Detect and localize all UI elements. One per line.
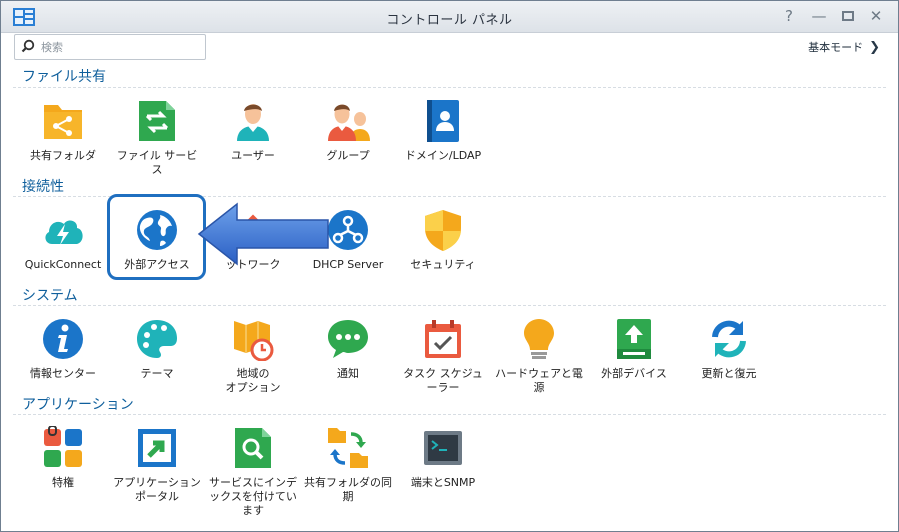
item-hardware-power[interactable]: ハードウェアと電 源: [493, 317, 585, 395]
search-input[interactable]: [39, 38, 203, 56]
quickconnect-icon: [45, 220, 83, 245]
item-privileges[interactable]: 特権: [17, 426, 109, 490]
dhcp-server-icon: [328, 210, 368, 250]
item-regional-options[interactable]: 地域の オプション: [207, 317, 299, 395]
chevron-right-icon: ❯: [869, 40, 880, 55]
item-label: テーマ: [140, 367, 174, 380]
item-label: 通知: [337, 367, 359, 380]
item-label: 外部デバイス: [601, 367, 667, 380]
item-shared-folder[interactable]: 共有フォルダ: [17, 99, 109, 163]
item-label: タスク スケジュ ーラー: [403, 367, 483, 394]
section-title-applications: アプリケーション: [22, 397, 134, 413]
hardware-power-icon: [524, 319, 554, 359]
file-services-icon: [139, 101, 175, 141]
info-center-icon: [43, 319, 83, 359]
security-icon: [425, 210, 461, 251]
item-notification[interactable]: 通知: [302, 317, 394, 381]
item-label: ドメイン/LDAP: [404, 149, 482, 162]
item-terminal-snmp[interactable]: 端末とSNMP: [397, 426, 489, 490]
item-application-portal[interactable]: アプリケーション ポータル: [111, 426, 203, 504]
task-scheduler-icon: [425, 320, 461, 358]
section-divider: [13, 305, 886, 306]
title-bar: コントロール パネル ? — ✕: [1, 1, 898, 33]
maximize-icon[interactable]: [839, 7, 857, 25]
search-icon: [21, 39, 35, 53]
item-label: QuickConnect: [24, 258, 102, 271]
window-title: コントロール パネル: [386, 13, 513, 28]
shared-folder-sync-icon: [328, 428, 368, 468]
section-divider: [13, 414, 886, 415]
close-icon[interactable]: ✕: [867, 7, 885, 25]
item-external-devices[interactable]: 外部デバイス: [588, 317, 680, 381]
help-icon[interactable]: ?: [780, 7, 798, 25]
section-title-file-sharing: ファイル共有: [22, 69, 106, 85]
item-user[interactable]: ユーザー: [207, 99, 299, 163]
item-quickconnect[interactable]: QuickConnect: [17, 208, 109, 272]
indexing-service-icon: [235, 428, 271, 468]
item-security[interactable]: セキュリティ: [397, 208, 489, 272]
search-box[interactable]: [14, 34, 206, 60]
item-domain-ldap[interactable]: ドメイン/LDAP: [397, 99, 489, 163]
item-label: 特権: [52, 476, 74, 489]
item-label: グループ: [326, 149, 370, 162]
item-label: サービスにインデ ックスを付けてい ます: [209, 476, 297, 517]
item-update-restore[interactable]: 更新と復元: [683, 317, 775, 381]
basic-mode-label: 基本モード: [808, 41, 864, 54]
minimize-icon[interactable]: —: [810, 7, 828, 25]
user-icon: [237, 104, 269, 141]
item-task-scheduler[interactable]: タスク スケジュ ーラー: [397, 317, 489, 395]
item-group[interactable]: グループ: [302, 99, 394, 163]
item-shared-folder-sync[interactable]: 共有フォルダの同 期: [302, 426, 394, 504]
item-label: アプリケーション ポータル: [113, 476, 201, 503]
domain-ldap-icon: [427, 100, 459, 142]
section-title-system: システム: [22, 288, 78, 304]
basic-mode-link[interactable]: 基本モード ❯: [808, 39, 880, 55]
theme-icon: [137, 320, 177, 358]
item-label: 更新と復元: [701, 367, 757, 380]
item-label: ハードウェアと電 源: [495, 367, 583, 394]
item-theme[interactable]: テーマ: [111, 317, 203, 381]
highlight-box: [107, 194, 206, 280]
item-label: 共有フォルダの同 期: [304, 476, 392, 503]
application-portal-icon: [138, 429, 176, 467]
control-panel-window: コントロール パネル ? — ✕ 基本モード ❯ ファイル共有 共有フォルダ: [0, 0, 899, 532]
group-icon: [328, 104, 370, 141]
item-label: セキュリティ: [410, 258, 476, 271]
section-divider: [13, 87, 886, 88]
item-label: ユーザー: [231, 149, 275, 162]
regional-options-icon: [234, 321, 274, 361]
item-file-services[interactable]: ファイル サービ ス: [111, 99, 203, 177]
item-label: 情報センター: [30, 367, 96, 380]
terminal-snmp-icon: [424, 431, 462, 465]
shared-folder-icon: [44, 105, 82, 139]
item-label: 地域の オプション: [225, 367, 281, 394]
item-indexing-service[interactable]: サービスにインデ ックスを付けてい ます: [207, 426, 299, 518]
privileges-icon: [44, 426, 82, 467]
item-label: ファイル サービ ス: [116, 149, 198, 176]
notification-icon: [328, 320, 368, 358]
item-label: 共有フォルダ: [30, 149, 96, 162]
item-label: 端末とSNMP: [410, 476, 476, 489]
section-title-connectivity: 接続性: [22, 179, 64, 195]
pointer-arrow-icon: [197, 202, 329, 266]
item-info-center[interactable]: 情報センター: [17, 317, 109, 381]
update-restore-icon: [712, 320, 746, 358]
external-devices-icon: [617, 319, 651, 359]
